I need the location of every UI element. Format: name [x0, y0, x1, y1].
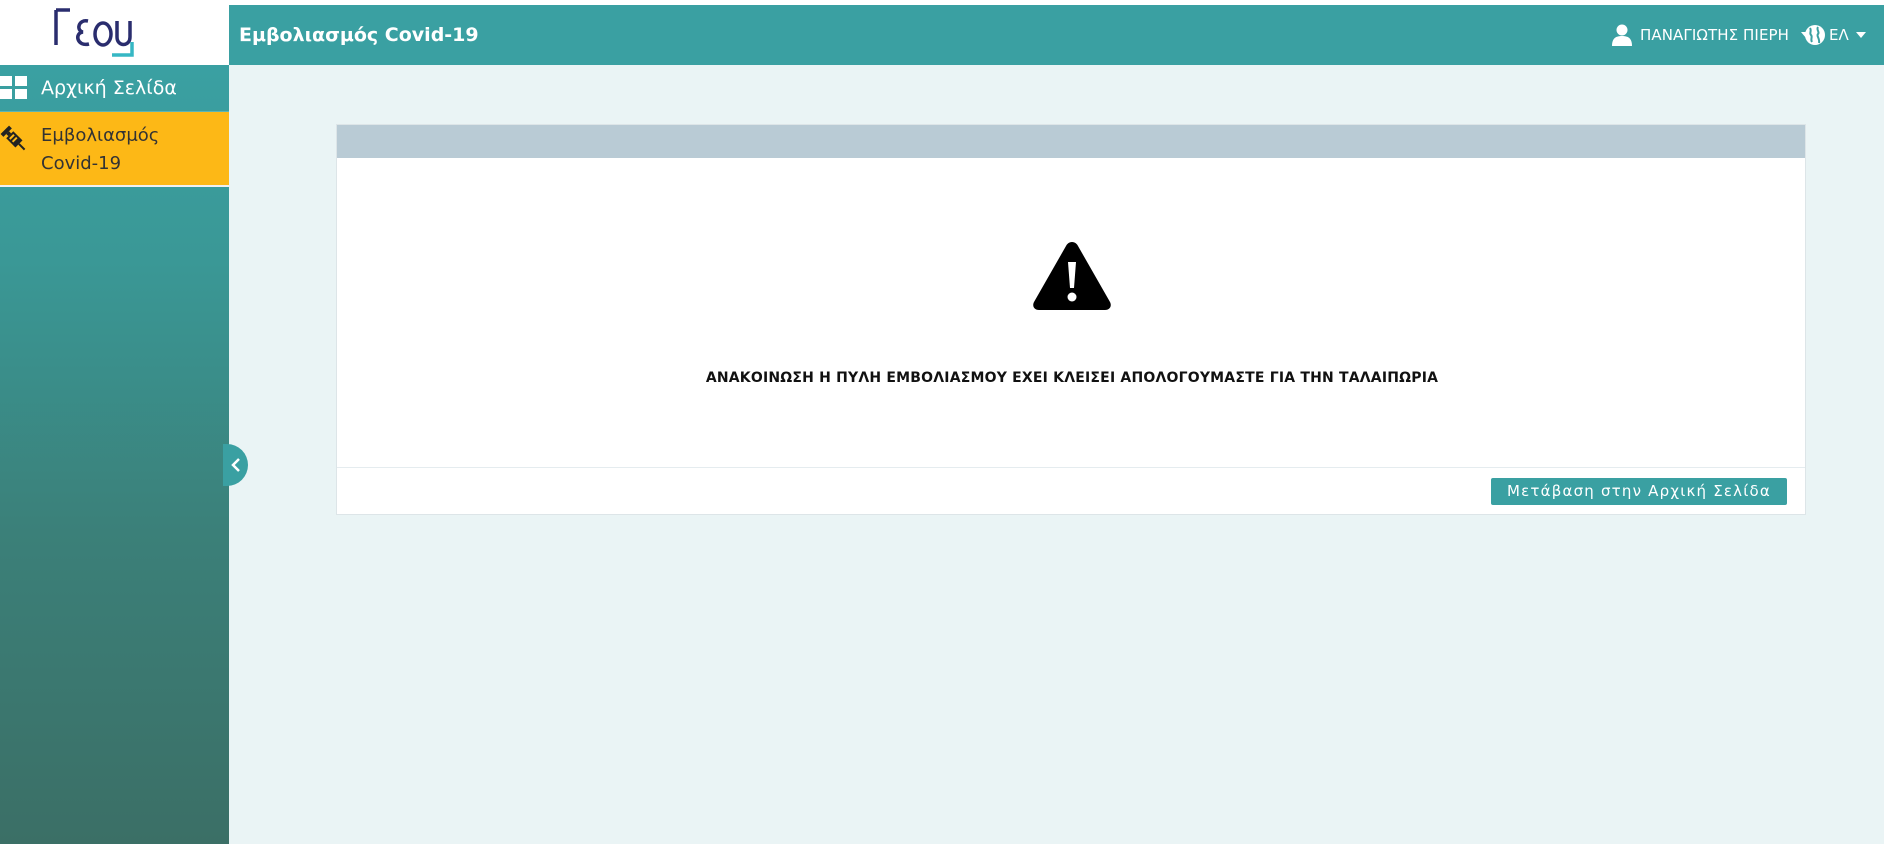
chevron-left-icon	[230, 458, 240, 472]
logo[interactable]	[0, 5, 229, 65]
announcement-card: ΑΝΑΚΟΙΝΩΣΗ Η ΠΥΛΗ ΕΜΒΟΛΙΑΣΜΟΥ ΕΧΕΙ ΚΛΕΙΣ…	[336, 124, 1806, 515]
card-body: ΑΝΑΚΟΙΝΩΣΗ Η ΠΥΛΗ ΕΜΒΟΛΙΑΣΜΟΥ ΕΧΕΙ ΚΛΕΙΣ…	[337, 158, 1805, 468]
sidebar-item-home[interactable]: Αρχική Σελίδα	[0, 65, 229, 112]
sidebar-item-label: Εμβολιασμός Covid-19	[41, 122, 159, 178]
card-footer: Μετάβαση στην Αρχική Σελίδα	[337, 468, 1805, 514]
gesy-logo-icon	[54, 8, 134, 57]
user-name: ΠΑΝΑΓΙΩΤΗΣ ΠΙΕΡΗ	[1640, 26, 1790, 44]
go-home-button[interactable]: Μετάβαση στην Αρχική Σελίδα	[1490, 478, 1787, 505]
card-header	[337, 125, 1805, 158]
header-bar: Εμβολιασμός Covid-19 ΠΑΝΑΓΙΩΤΗΣ ΠΙΕΡΗ ΕΛ	[0, 5, 1884, 65]
dashboard-grid-icon	[0, 76, 27, 99]
syringe-icon	[0, 125, 26, 151]
sidebar: Αρχική Σελίδα Εμβολιασμός Covid-19	[0, 65, 229, 844]
sidebar-item-label-line2: Covid-19	[41, 153, 122, 174]
announcement-text: ΑΝΑΚΟΙΝΩΣΗ Η ΠΥΛΗ ΕΜΒΟΛΙΑΣΜΟΥ ΕΧΕΙ ΚΛΕΙΣ…	[705, 370, 1439, 386]
page-title: Εμβολιασμός Covid-19	[239, 24, 479, 46]
user-menu[interactable]: ΠΑΝΑΓΙΩΤΗΣ ΠΙΕΡΗ	[1612, 5, 1812, 65]
sidebar-item-label-line1: Εμβολιασμός	[41, 125, 160, 146]
language-label: ΕΛ	[1829, 26, 1849, 44]
sidebar-item-label: Αρχική Σελίδα	[41, 77, 177, 99]
warning-icon	[1033, 242, 1111, 310]
main-content: ΑΝΑΚΟΙΝΩΣΗ Η ΠΥΛΗ ΕΜΒΟΛΙΑΣΜΟΥ ΕΧΕΙ ΚΛΕΙΣ…	[229, 65, 1884, 844]
sidebar-item-vaccination[interactable]: Εμβολιασμός Covid-19	[0, 112, 229, 187]
chevron-down-icon	[1855, 32, 1866, 38]
user-icon	[1612, 24, 1632, 46]
language-menu[interactable]: ΕΛ	[1804, 5, 1866, 65]
globe-icon	[1805, 25, 1825, 45]
